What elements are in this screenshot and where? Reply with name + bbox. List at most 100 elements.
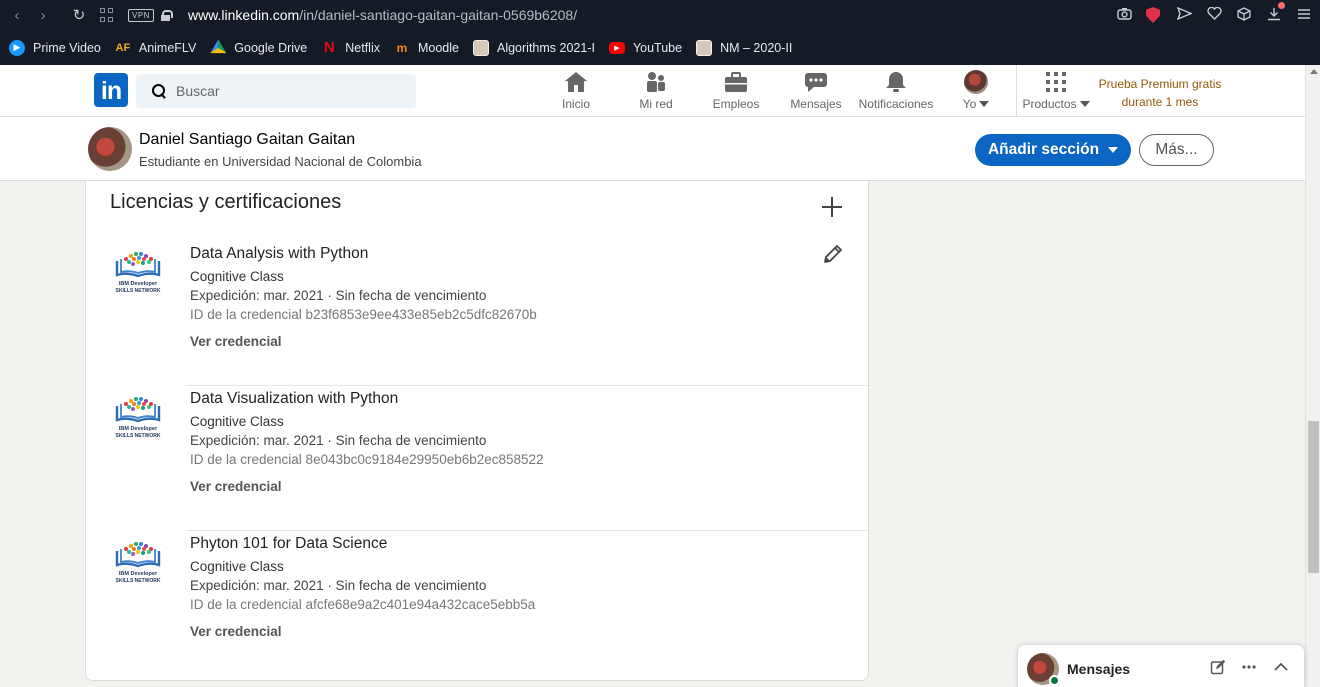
cert-issuer: Cognitive Class <box>190 269 284 284</box>
animeflv-icon: AF <box>114 39 131 56</box>
bookmark-label: Google Drive <box>234 40 308 55</box>
nav-network[interactable]: Mi red <box>616 69 696 115</box>
back-icon[interactable]: ‹ <box>4 7 30 24</box>
more-button[interactable]: Más... <box>1139 134 1214 166</box>
cert-credential-id: ID de la credencial afcfe68e9a2c401e94a4… <box>190 597 536 612</box>
browser-toolbar: ‹ › ↻ VPN www.linkedin.com/in/daniel-san… <box>0 0 1320 30</box>
linkedin-header: in Inicio Mi red Empleos Mensajes Notifi… <box>0 65 1305 117</box>
add-section-button[interactable]: Añadir sección <box>975 134 1131 166</box>
profile-sticky-bar: Daniel Santiago Gaitan Gaitan Estudiante… <box>0 117 1305 181</box>
scroll-up-icon[interactable] <box>1310 69 1318 74</box>
home-icon <box>564 69 588 95</box>
network-icon <box>644 69 668 95</box>
bookmark-prime-video[interactable]: ▶ Prime Video <box>9 39 101 56</box>
nav-products-label-wrap: Productos <box>1022 97 1090 111</box>
bookmark-google-drive[interactable]: Google Drive <box>210 39 308 56</box>
camera-icon[interactable] <box>1116 7 1132 23</box>
tabs-grid-icon[interactable] <box>100 8 114 22</box>
grid-icon <box>1045 69 1067 95</box>
address-bar[interactable]: www.linkedin.com/in/daniel-santiago-gait… <box>188 7 577 23</box>
view-credential-link[interactable]: Ver credencial <box>190 479 282 494</box>
search-input[interactable] <box>176 83 396 99</box>
add-icon[interactable] <box>822 197 842 217</box>
bell-icon <box>884 69 908 95</box>
nav-jobs[interactable]: Empleos <box>696 69 776 115</box>
google-drive-icon <box>210 39 227 54</box>
section-title: Licencias y certificaciones <box>110 191 342 213</box>
bookmark-nm[interactable]: NM – 2020-II <box>696 39 793 56</box>
cert-name: Data Visualization with Python <box>190 390 399 407</box>
bookmark-algorithms[interactable]: Algorithms 2021-I <box>472 39 595 56</box>
bookmark-label: YouTube <box>632 40 683 55</box>
premium-line-1: Prueba Premium gratis <box>1098 77 1222 91</box>
chevron-down-icon <box>1108 147 1119 153</box>
nav-products[interactable]: Productos <box>1016 69 1096 115</box>
logo-text-line-2: SKILLS NETWORK <box>116 288 161 294</box>
bookmark-label: Prime Video <box>33 40 101 55</box>
notification-dot <box>1278 1 1285 9</box>
certification-item: IBM Developer SKILLS NETWORK Phyton 101 … <box>86 531 870 676</box>
nav-messages[interactable]: Mensajes <box>776 69 856 115</box>
vpn-badge[interactable]: VPN <box>128 8 154 22</box>
nav-me[interactable]: Yo <box>936 69 1016 115</box>
compose-icon[interactable] <box>1209 659 1227 677</box>
view-credential-link[interactable]: Ver credencial <box>190 334 282 349</box>
more-options-icon[interactable] <box>1240 659 1258 677</box>
nav-home[interactable]: Inicio <box>536 69 616 115</box>
prime-video-icon: ▶ <box>9 39 25 56</box>
bookmark-netflix[interactable]: N Netflix <box>321 39 380 56</box>
bookmark-label: NM – 2020-II <box>720 40 793 55</box>
moodle-icon: m <box>393 39 410 56</box>
profile-avatar <box>88 127 132 171</box>
cert-issuer: Cognitive Class <box>190 414 284 429</box>
nav-label: Productos <box>1022 97 1077 111</box>
online-status-icon <box>1049 675 1060 686</box>
premium-link[interactable]: Prueba Premium gratis durante 1 mes <box>1090 75 1230 111</box>
chevron-up-icon[interactable] <box>1272 659 1290 677</box>
heart-icon[interactable] <box>1206 6 1222 23</box>
search-box[interactable] <box>136 74 416 108</box>
cube-icon[interactable] <box>1236 6 1252 24</box>
bookmark-label: Netflix <box>345 40 380 55</box>
menu-icon[interactable] <box>1296 7 1312 23</box>
download-icon[interactable] <box>1266 1 1285 24</box>
reload-icon[interactable]: ↻ <box>66 6 92 24</box>
unal-icon <box>696 39 713 56</box>
messaging-label: Mensajes <box>1067 661 1131 677</box>
messaging-dock[interactable]: Mensajes <box>1017 644 1305 687</box>
youtube-icon: ▶ <box>608 41 625 54</box>
cert-dates: Expedición: mar. 2021 · Sin fecha de ven… <box>190 288 487 303</box>
cert-dates: Expedición: mar. 2021 · Sin fecha de ven… <box>190 433 487 448</box>
logo-text-line-1: IBM Developer <box>119 426 158 432</box>
add-section-label: Añadir sección <box>987 141 1100 158</box>
view-credential-link[interactable]: Ver credencial <box>190 624 282 639</box>
chevron-down-icon <box>1079 101 1090 107</box>
forward-icon[interactable]: › <box>30 7 56 24</box>
nav-label: Mensajes <box>790 97 842 111</box>
licenses-certifications-card: Licencias y certificaciones IBM Develope… <box>85 181 870 681</box>
chat-icon <box>804 69 828 95</box>
cert-name: Data Analysis with Python <box>190 245 369 262</box>
netflix-icon: N <box>321 39 338 56</box>
page-scrollbar[interactable] <box>1305 65 1320 687</box>
nav-label: Notificaciones <box>858 97 934 111</box>
shield-icon[interactable] <box>1146 7 1162 23</box>
linkedin-logo[interactable]: in <box>94 73 128 107</box>
logo-text-line-2: SKILLS NETWORK <box>116 433 161 439</box>
nav-notifications[interactable]: Notificaciones <box>856 69 936 115</box>
scroll-thumb[interactable] <box>1308 421 1319 573</box>
bookmark-animeflv[interactable]: AF AnimeFLV <box>114 39 196 56</box>
browser-extensions <box>1116 0 1312 30</box>
logo-text-line-1: IBM Developer <box>119 571 158 577</box>
lock-icon[interactable] <box>160 9 173 21</box>
unal-icon <box>472 39 489 56</box>
premium-line-2: durante 1 mes <box>1121 95 1199 109</box>
certification-item: IBM Developer SKILLS NETWORK Data Visual… <box>86 386 870 531</box>
nav-label: Yo <box>962 97 977 111</box>
logo-text-line-1: IBM Developer <box>119 281 158 287</box>
cert-name: Phyton 101 for Data Science <box>190 535 388 552</box>
bookmark-moodle[interactable]: m Moodle <box>393 39 459 56</box>
bookmark-youtube[interactable]: ▶ YouTube <box>608 40 683 55</box>
send-icon[interactable] <box>1176 6 1193 23</box>
avatar <box>964 70 988 94</box>
